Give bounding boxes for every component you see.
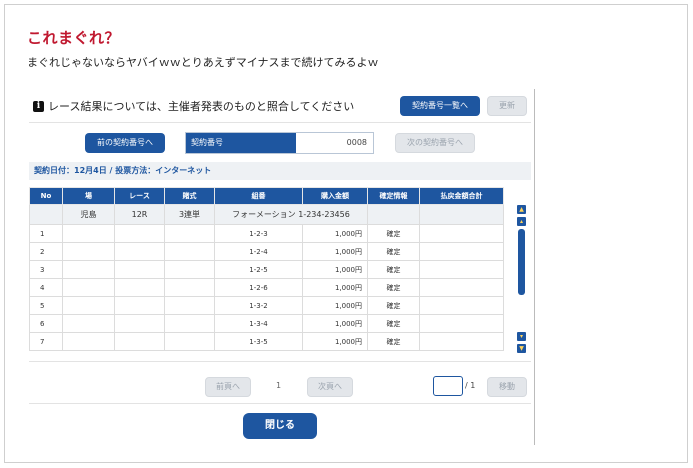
row-amount: 1,000円 — [302, 260, 368, 279]
summary-combination: フォーメーション 1-234-23456 — [214, 204, 368, 225]
row-combo: 1-2-4 — [214, 242, 303, 261]
close-button[interactable]: 閉じる — [243, 413, 317, 439]
table-row: 3 1-2-5 1,000円 確定 — [29, 260, 504, 279]
notice-text: レース結果については、主催者発表のものと照合してください — [48, 100, 355, 113]
table-row: 6 1-3-4 1,000円 確定 — [29, 314, 504, 333]
summary-bet-type: 3連単 — [164, 204, 215, 225]
next-page-button[interactable]: 次頁へ — [307, 377, 353, 397]
header-payout: 払戻金額合計 — [419, 187, 504, 205]
result-screen: i レース結果については、主催者発表のものと照合してください 契約番号一覧へ 更… — [29, 89, 535, 445]
summary-race: 12R — [114, 204, 165, 225]
contract-number-value: 0008 — [346, 138, 367, 147]
scroll-bottom-icon[interactable]: ▼ — [517, 344, 526, 353]
page-number: 1 — [276, 381, 282, 390]
header-combo: 組番 — [214, 187, 303, 205]
table-row: 7 1-3-5 1,000円 確定 — [29, 332, 504, 351]
post-title: これまぐれ？ — [27, 29, 121, 47]
header-no: No — [29, 187, 63, 205]
row-status: 確定 — [367, 332, 420, 351]
prev-contract-button[interactable]: 前の契約番号へ — [85, 133, 165, 153]
table-row: 4 1-2-6 1,000円 確定 — [29, 278, 504, 297]
row-combo: 1-2-5 — [214, 260, 303, 279]
row-status: 確定 — [367, 296, 420, 315]
table-row: 5 1-3-2 1,000円 確定 — [29, 296, 504, 315]
page-total: / 1 — [465, 381, 476, 390]
next-contract-button[interactable]: 次の契約番号へ — [395, 133, 475, 153]
header-venue: 場 — [62, 187, 115, 205]
row-amount: 1,000円 — [302, 332, 368, 351]
row-combo: 1-3-4 — [214, 314, 303, 333]
header-race: レース — [114, 187, 165, 205]
row-no: 2 — [29, 242, 63, 261]
row-no: 6 — [29, 314, 63, 333]
table-row: 1 1-2-3 1,000円 確定 — [29, 224, 504, 243]
divider — [29, 403, 531, 404]
row-combo: 1-3-2 — [214, 296, 303, 315]
row-no: 7 — [29, 332, 63, 351]
move-button[interactable]: 移動 — [487, 377, 527, 397]
contract-list-button[interactable]: 契約番号一覧へ — [400, 96, 480, 116]
summary-numbers: 1-234-23456 — [298, 210, 350, 219]
summary-row: 児島 12R 3連単 フォーメーション 1-234-23456 — [29, 204, 504, 225]
table-header-row: No 場 レース 賭式 組番 購入金額 確定情報 払戻金額合計 — [29, 187, 504, 205]
row-no: 1 — [29, 224, 63, 243]
post-frame: これまぐれ？ まぐれじゃないならヤバイｗｗとりあえずマイナスまで続けてみるよｗ … — [4, 4, 688, 463]
contract-number-label: 契約番号 — [186, 133, 296, 153]
row-combo: 1-2-3 — [214, 224, 303, 243]
row-amount: 1,000円 — [302, 296, 368, 315]
scroll-up-icon[interactable]: ▴ — [517, 217, 526, 226]
table-scrollbar[interactable]: ▲ ▴ ▾ ▼ — [517, 205, 526, 355]
scroll-down-icon[interactable]: ▾ — [517, 332, 526, 341]
header-amount: 購入金額 — [302, 187, 368, 205]
row-amount: 1,000円 — [302, 278, 368, 297]
update-button[interactable]: 更新 — [487, 96, 527, 116]
scroll-thumb[interactable] — [518, 229, 525, 295]
row-no: 3 — [29, 260, 63, 279]
header-bet-type: 賭式 — [164, 187, 215, 205]
contract-number-field: 契約番号 0008 — [185, 132, 374, 154]
bet-table: No 場 レース 賭式 組番 購入金額 確定情報 払戻金額合計 児島 12R 3… — [29, 187, 504, 351]
row-status: 確定 — [367, 224, 420, 243]
info-icon: i — [33, 100, 44, 112]
row-amount: 1,000円 — [302, 314, 368, 333]
header-status: 確定情報 — [367, 187, 420, 205]
row-status: 確定 — [367, 278, 420, 297]
row-status: 確定 — [367, 242, 420, 261]
contract-meta: 契約日付：12月4日 / 投票方法：インターネット — [29, 162, 531, 180]
row-combo: 1-2-6 — [214, 278, 303, 297]
page-input[interactable] — [433, 376, 463, 396]
divider — [29, 122, 531, 123]
scroll-top-icon[interactable]: ▲ — [517, 205, 526, 214]
row-no: 5 — [29, 296, 63, 315]
row-status: 確定 — [367, 260, 420, 279]
row-status: 確定 — [367, 314, 420, 333]
notice-line: i レース結果については、主催者発表のものと照合してください — [33, 98, 354, 114]
prev-page-button[interactable]: 前頁へ — [205, 377, 251, 397]
row-combo: 1-3-5 — [214, 332, 303, 351]
summary-method: フォーメーション — [232, 210, 296, 219]
row-no: 4 — [29, 278, 63, 297]
table-row: 2 1-2-4 1,000円 確定 — [29, 242, 504, 261]
summary-venue: 児島 — [62, 204, 115, 225]
row-amount: 1,000円 — [302, 224, 368, 243]
post-subtitle: まぐれじゃないならヤバイｗｗとりあえずマイナスまで続けてみるよｗ — [27, 56, 379, 69]
divider — [29, 361, 531, 362]
row-amount: 1,000円 — [302, 242, 368, 261]
